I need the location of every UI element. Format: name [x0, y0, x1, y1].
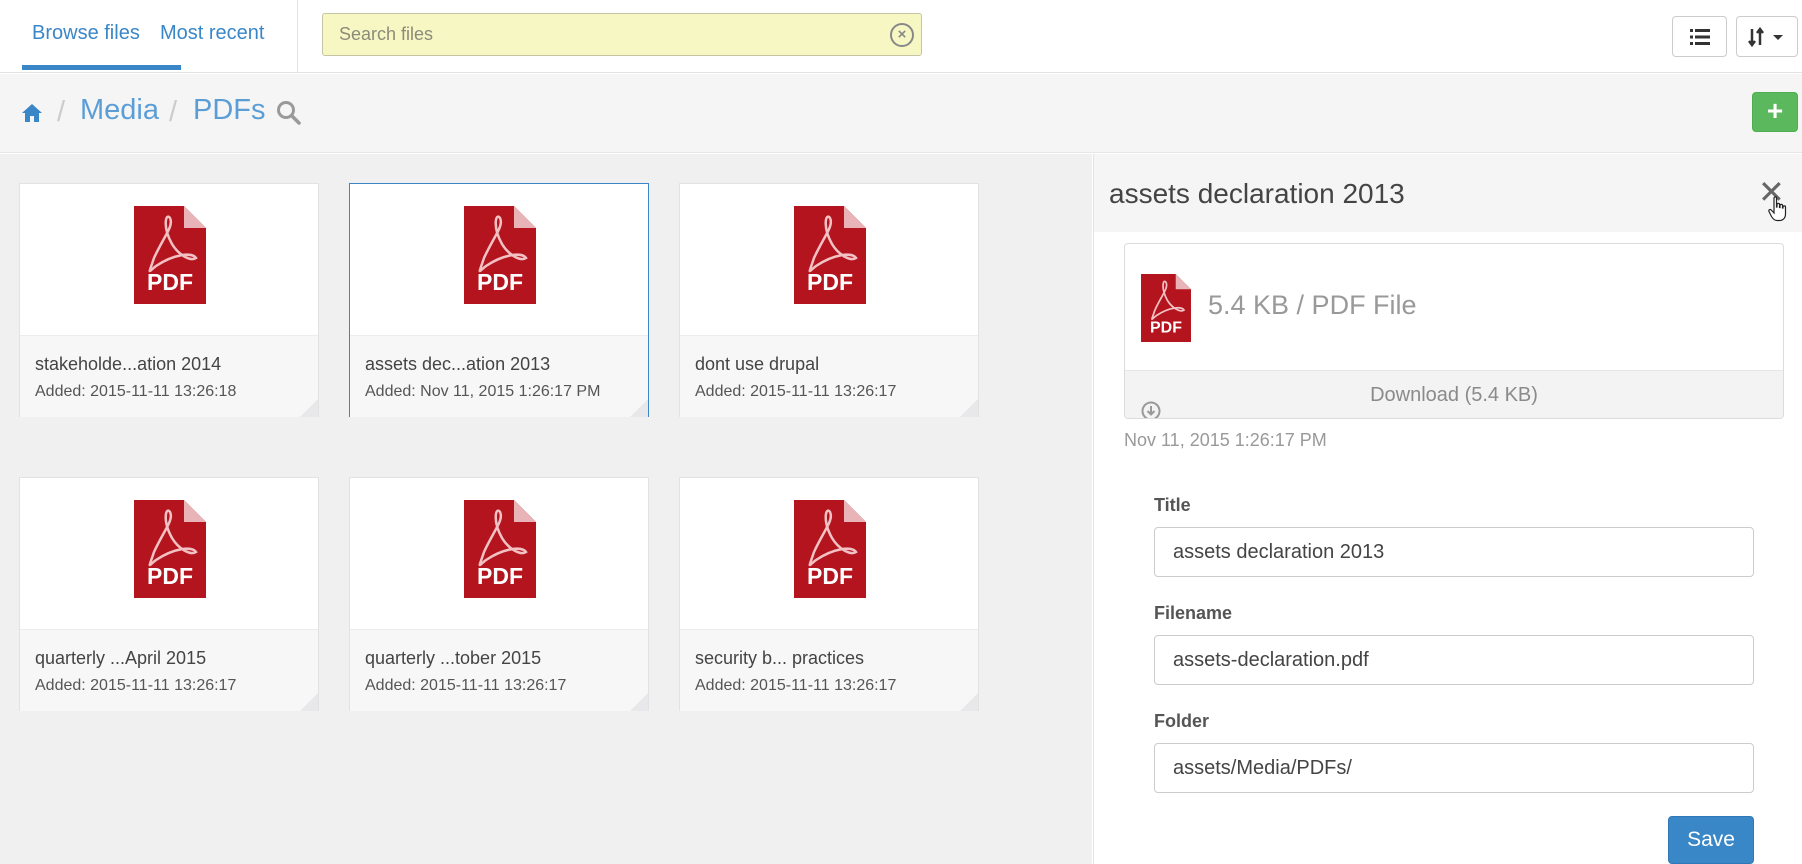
- download-icon: [1141, 401, 1161, 418]
- hand-cursor-icon: [1768, 196, 1787, 222]
- file-card-selected[interactable]: PDF assets dec...ation 2013 Added: Nov 1…: [349, 183, 649, 417]
- list-view-icon: [1689, 28, 1710, 45]
- download-label: Download (5.4 KB): [1370, 384, 1538, 406]
- title-field[interactable]: assets declaration 2013: [1154, 527, 1754, 577]
- panel-title: assets declaration 2013: [1109, 178, 1405, 209]
- card-corner: [630, 399, 648, 417]
- file-added-date: Added: 2015-11-11 13:26:17: [695, 677, 897, 694]
- panel-header: assets declaration 2013 ✕: [1094, 154, 1802, 232]
- top-bar: Browse files Most recent ×: [0, 0, 1802, 73]
- file-name: dont use drupal: [695, 354, 820, 374]
- filename-label: Filename: [1154, 603, 1233, 623]
- svg-text:PDF: PDF: [807, 269, 853, 295]
- pdf-icon: PDF: [464, 206, 536, 304]
- file-grid: PDF stakeholde...ation 2014 Added: 2015-…: [0, 154, 1092, 864]
- pdf-icon: PDF: [134, 206, 206, 304]
- breadcrumb-separator: /: [57, 96, 66, 128]
- file-date: Nov 11, 2015 1:26:17 PM: [1124, 430, 1327, 450]
- card-corner: [960, 399, 978, 417]
- folder-field[interactable]: assets/Media/PDFs/: [1154, 743, 1754, 793]
- tab-browse-files[interactable]: Browse files: [32, 22, 140, 45]
- file-added-date: Added: 2015-11-11 13:26:17: [695, 383, 897, 400]
- breadcrumb-media[interactable]: Media: [80, 94, 159, 127]
- pdf-icon: PDF: [1141, 274, 1191, 342]
- svg-text:PDF: PDF: [147, 269, 193, 295]
- card-corner: [630, 693, 648, 711]
- file-card[interactable]: PDF dont use drupal Added: 2015-11-11 13…: [679, 183, 979, 417]
- search-box: ×: [322, 13, 922, 56]
- search-input[interactable]: [323, 14, 883, 55]
- download-button[interactable]: Download (5.4 KB): [1125, 370, 1783, 418]
- file-name: quarterly ...April 2015: [35, 648, 207, 668]
- file-name: security b... practices: [695, 648, 865, 668]
- file-meta: stakeholde...ation 2014 Added: 2015-11-1…: [20, 335, 318, 417]
- file-thumbnail: PDF: [20, 478, 318, 629]
- sort-icon: [1748, 26, 1783, 47]
- file-name: assets dec...ation 2013: [365, 354, 551, 374]
- file-name: stakeholde...ation 2014: [35, 354, 222, 374]
- list-view-button[interactable]: [1672, 16, 1727, 57]
- file-card[interactable]: PDF quarterly ...April 2015 Added: 2015-…: [19, 477, 319, 711]
- svg-text:PDF: PDF: [807, 563, 853, 589]
- title-label: Title: [1154, 495, 1191, 515]
- pdf-icon: PDF: [134, 500, 206, 598]
- svg-text:PDF: PDF: [477, 563, 523, 589]
- add-file-button[interactable]: +: [1752, 92, 1798, 132]
- file-meta: dont use drupal Added: 2015-11-11 13:26:…: [680, 335, 978, 417]
- clear-circle-icon[interactable]: ×: [890, 23, 914, 47]
- file-added-date: Added: Nov 11, 2015 1:26:17 PM: [365, 383, 601, 400]
- file-thumbnail: PDF: [20, 184, 318, 335]
- breadcrumb-pdfs[interactable]: PDFs: [193, 94, 266, 127]
- file-thumbnail: PDF: [350, 184, 648, 335]
- file-card[interactable]: PDF security b... practices Added: 2015-…: [679, 477, 979, 711]
- file-preview-box: PDF 5.4 KB / PDF File Download (5.4 KB): [1124, 243, 1784, 419]
- file-card[interactable]: PDF quarterly ...tober 2015 Added: 2015-…: [349, 477, 649, 711]
- file-meta: security b... practices Added: 2015-11-1…: [680, 629, 978, 711]
- pdf-icon: PDF: [464, 500, 536, 598]
- card-corner: [960, 693, 978, 711]
- breadcrumb: / Media / PDFs +: [0, 74, 1802, 153]
- file-added-date: Added: 2015-11-11 13:26:17: [365, 677, 567, 694]
- pdf-icon: PDF: [794, 500, 866, 598]
- file-card[interactable]: PDF stakeholde...ation 2014 Added: 2015-…: [19, 183, 319, 417]
- sort-button[interactable]: [1736, 16, 1798, 57]
- svg-text:PDF: PDF: [477, 269, 523, 295]
- file-detail-panel: assets declaration 2013 ✕ PDF 5.4 KB / P…: [1093, 154, 1802, 864]
- pdf-icon: PDF: [794, 206, 866, 304]
- file-thumbnail: PDF: [680, 184, 978, 335]
- file-meta: quarterly ...tober 2015 Added: 2015-11-1…: [350, 629, 648, 711]
- search-icon[interactable]: [276, 100, 302, 126]
- filename-field[interactable]: assets-declaration.pdf: [1154, 635, 1754, 685]
- card-corner: [300, 399, 318, 417]
- save-button[interactable]: Save: [1668, 816, 1754, 864]
- file-size-type: 5.4 KB / PDF File: [1208, 290, 1417, 320]
- svg-text:PDF: PDF: [1150, 319, 1182, 336]
- file-meta: quarterly ...April 2015 Added: 2015-11-1…: [20, 629, 318, 711]
- file-meta: assets dec...ation 2013 Added: Nov 11, 2…: [350, 335, 648, 417]
- card-corner: [300, 693, 318, 711]
- file-thumbnail: PDF: [350, 478, 648, 629]
- file-name: quarterly ...tober 2015: [365, 648, 542, 668]
- active-tab-indicator: [22, 65, 181, 70]
- divider: [297, 0, 298, 73]
- svg-text:PDF: PDF: [147, 563, 193, 589]
- tab-most-recent[interactable]: Most recent: [160, 22, 264, 45]
- file-added-date: Added: 2015-11-11 13:26:17: [35, 677, 237, 694]
- home-icon[interactable]: [21, 103, 43, 123]
- file-thumbnail: PDF: [680, 478, 978, 629]
- folder-label: Folder: [1154, 711, 1210, 731]
- breadcrumb-separator: /: [169, 96, 178, 128]
- file-added-date: Added: 2015-11-11 13:26:18: [35, 383, 237, 400]
